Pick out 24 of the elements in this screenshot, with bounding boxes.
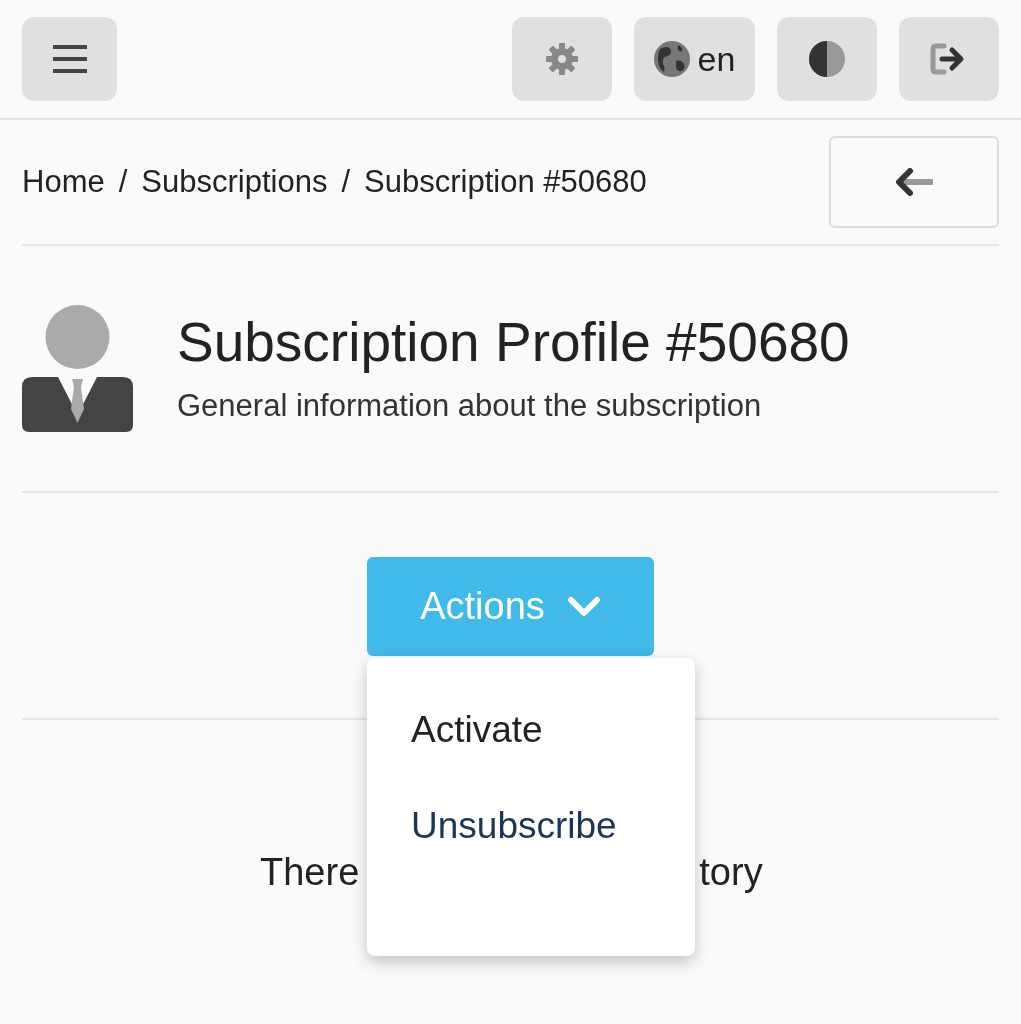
user-avatar-icon	[22, 305, 133, 432]
breadcrumb-link[interactable]: Home	[22, 158, 105, 206]
page-subtitle: General information about the subscription	[177, 387, 763, 426]
contrast-icon	[809, 41, 845, 77]
menu-icon	[52, 45, 87, 73]
language-button[interactable]: en	[634, 17, 755, 101]
menu-button[interactable]	[22, 17, 117, 101]
chevron-down-icon	[566, 595, 601, 618]
breadcrumb-link[interactable]: Subscription #50680	[364, 158, 647, 206]
back-arrow-icon	[895, 168, 933, 196]
page-title: Subscription Profile #50680	[177, 310, 850, 376]
menu-item[interactable]: Unsubscribe	[411, 804, 695, 848]
settings-button[interactable]	[512, 17, 612, 101]
history-message-text: tory	[699, 850, 763, 895]
back-button[interactable]	[829, 136, 999, 228]
logout-button[interactable]	[899, 17, 999, 101]
theme-button[interactable]	[777, 17, 877, 101]
globe-icon	[653, 41, 690, 77]
settings-icon	[544, 41, 580, 77]
history-message-text: There	[260, 850, 360, 895]
breadcrumb-separator: /	[341, 162, 351, 201]
breadcrumb-separator: /	[118, 162, 128, 201]
breadcrumb-link[interactable]: Subscriptions	[141, 158, 328, 206]
menu-item[interactable]: Activate	[411, 708, 695, 752]
